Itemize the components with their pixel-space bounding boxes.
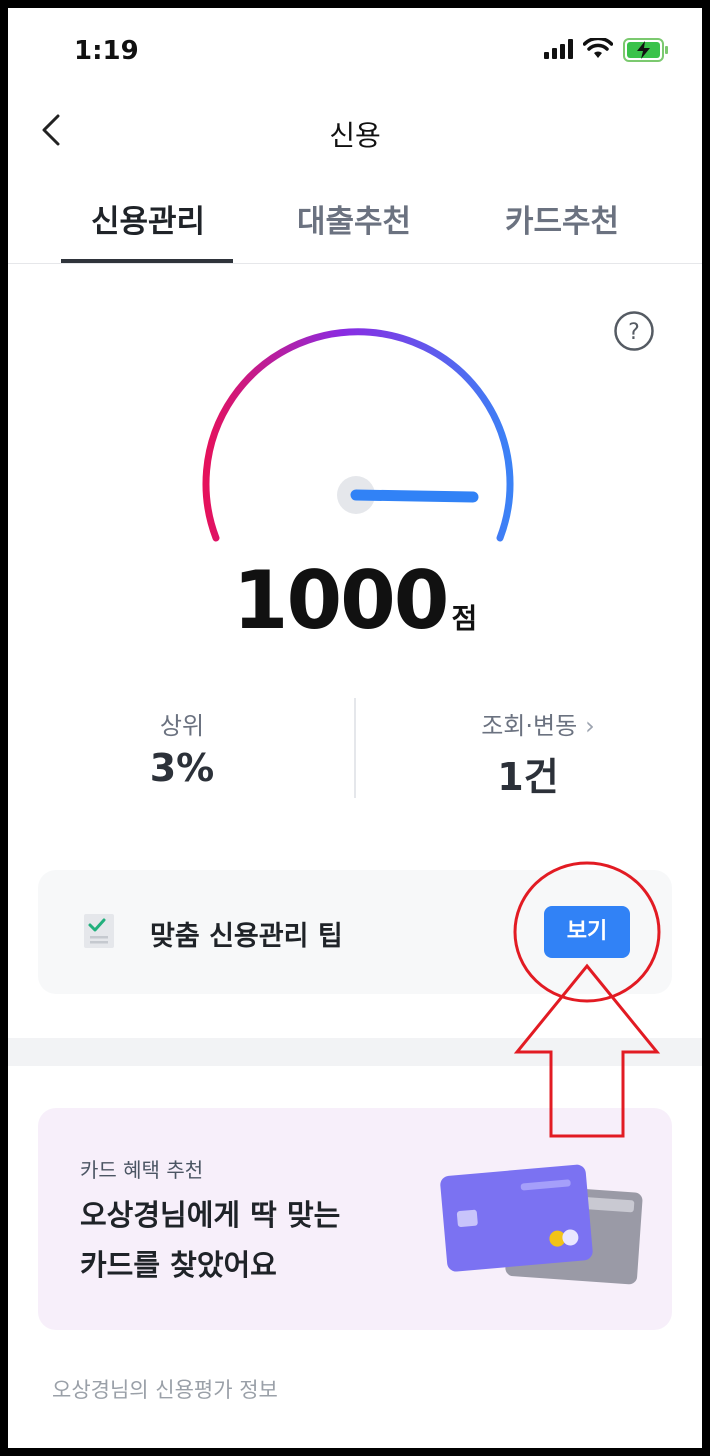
inquiries-value: 1건 bbox=[497, 755, 559, 799]
rank-value: 3% bbox=[149, 746, 215, 790]
status-time: 1:19 bbox=[74, 36, 139, 66]
inquiries-label: 조회·변동 bbox=[481, 712, 578, 740]
promo-title-line1: 오상경님에게 딱 맞는 bbox=[80, 1198, 341, 1232]
tab-credit-management[interactable]: 신용관리 bbox=[48, 196, 248, 241]
stats-divider bbox=[354, 698, 356, 798]
credit-score: 1000 점 bbox=[8, 554, 702, 647]
svg-text:?: ? bbox=[628, 320, 640, 345]
promo-subtitle: 카드 혜택 추천 bbox=[80, 1158, 204, 1182]
app-screen: 1:19 신용 신용관리 대출추천 카드추천 ? 1000 점 상위 3% 조회… bbox=[8, 8, 702, 1448]
credit-info-footer: 오상경님의 신용평가 정보 bbox=[52, 1378, 278, 1402]
signal-icon bbox=[544, 39, 573, 59]
inquiries-link[interactable]: 조회·변동 › bbox=[428, 706, 648, 741]
promo-title: 오상경님에게 딱 맞는 카드를 찾았어요 bbox=[80, 1190, 440, 1290]
view-tip-button[interactable]: 보기 bbox=[544, 906, 630, 958]
credit-tip-card[interactable]: 맞춤 신용관리 팁 보기 bbox=[38, 870, 672, 994]
promo-title-line2: 카드를 찾았어요 bbox=[80, 1248, 277, 1282]
tab-bar: 신용관리 대출추천 카드추천 bbox=[8, 188, 702, 264]
credit-score-value: 1000 bbox=[232, 554, 450, 647]
credit-score-gauge bbox=[202, 328, 514, 542]
chevron-right-icon: › bbox=[585, 712, 595, 740]
checklist-icon bbox=[84, 914, 114, 948]
rank-label: 상위 bbox=[159, 712, 205, 740]
battery-icon bbox=[623, 38, 668, 62]
active-tab-indicator bbox=[61, 259, 233, 263]
status-bar: 1:19 bbox=[8, 8, 702, 98]
tab-card-recommendation[interactable]: 카드추천 bbox=[462, 196, 662, 241]
card-recommendation-banner[interactable]: 카드 혜택 추천 오상경님에게 딱 맞는 카드를 찾았어요 bbox=[38, 1108, 672, 1330]
section-divider bbox=[8, 1038, 702, 1066]
wifi-icon bbox=[583, 38, 613, 58]
card-illustration bbox=[440, 1164, 643, 1285]
help-icon[interactable]: ? bbox=[613, 310, 655, 352]
credit-score-unit: 점 bbox=[451, 602, 478, 635]
gauge-needle bbox=[350, 489, 479, 503]
tab-loan-recommendation[interactable]: 대출추천 bbox=[254, 196, 454, 241]
page-title: 신용 bbox=[329, 119, 381, 152]
credit-tip-label: 맞춤 신용관리 팁 bbox=[150, 921, 343, 952]
